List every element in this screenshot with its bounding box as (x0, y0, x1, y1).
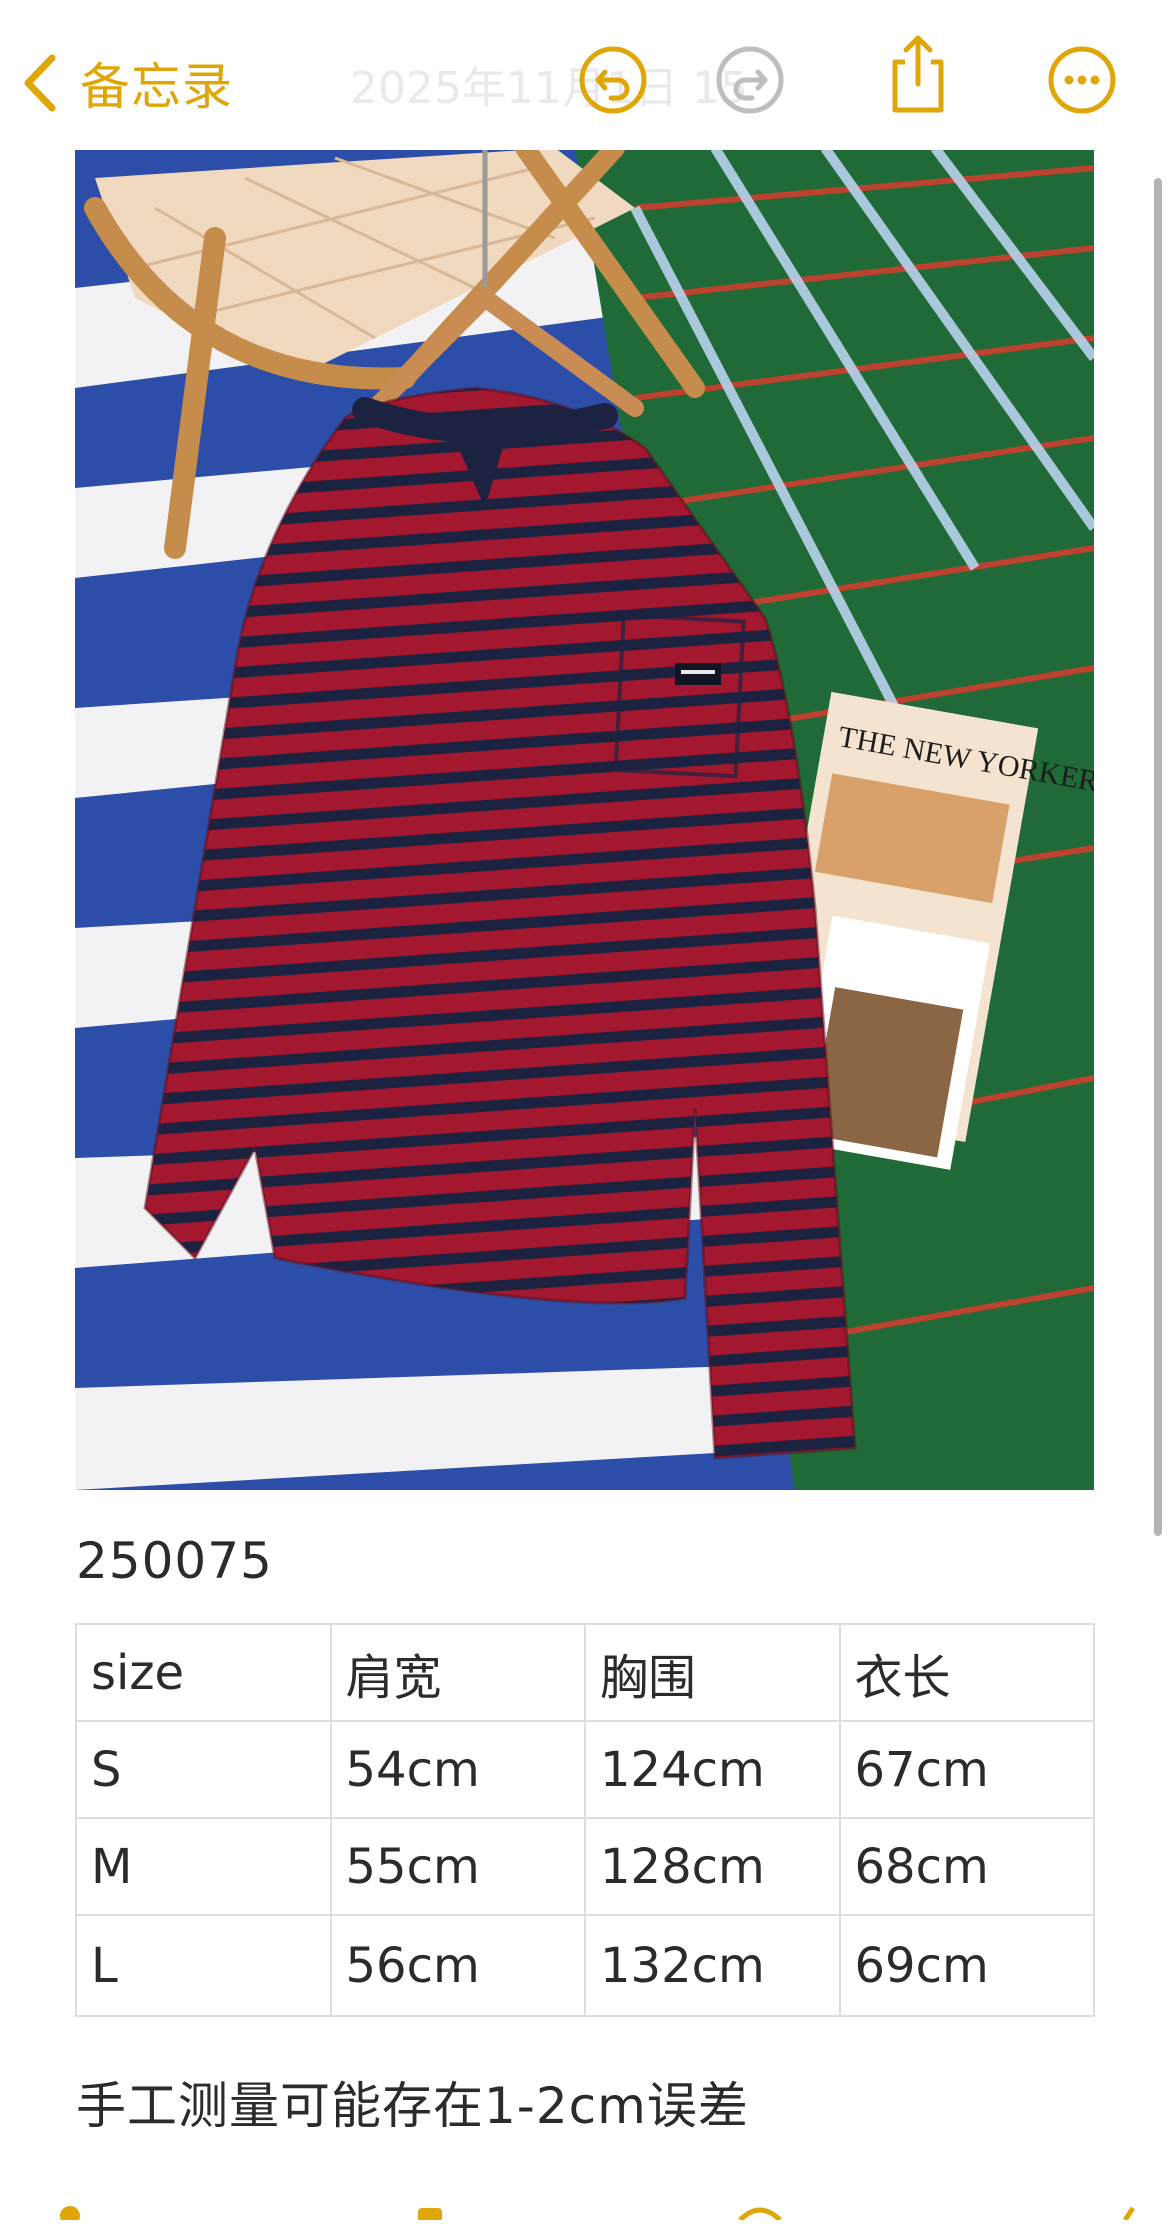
redo-icon (715, 45, 785, 119)
table-cell[interactable]: L (75, 1914, 332, 2017)
undo-button[interactable] (577, 46, 649, 118)
more-icon (1047, 45, 1117, 119)
table-cell[interactable]: 54cm (329, 1720, 586, 1819)
table-cell[interactable]: 69cm (838, 1914, 1095, 2017)
table-header-cell[interactable]: 衣长 (838, 1623, 1095, 1722)
more-button[interactable] (1046, 46, 1118, 118)
size-table: size 肩宽 胸围 衣长 S 54cm 124cm 67cm M 55cm 1… (75, 1623, 1095, 2017)
table-row: S 54cm 124cm 67cm (75, 1720, 1095, 1819)
table-header-cell[interactable]: 肩宽 (329, 1623, 586, 1722)
note-date: 2025年11月1日 15 (350, 63, 748, 114)
compose-icon[interactable] (1105, 2190, 1136, 2222)
product-photo[interactable]: THE NEW YORKER (75, 148, 1094, 1490)
table-cell[interactable]: 56cm (329, 1914, 586, 2017)
undo-icon (578, 45, 648, 119)
table-header-cell[interactable]: 胸围 (584, 1623, 841, 1722)
table-header-cell[interactable]: size (75, 1623, 332, 1722)
redo-button[interactable] (714, 46, 786, 118)
scroll-indicator[interactable] (1154, 178, 1162, 1536)
table-header-row: size 肩宽 胸围 衣长 (75, 1623, 1095, 1722)
markup-icon[interactable] (735, 2190, 785, 2222)
table-cell[interactable]: 124cm (584, 1720, 841, 1819)
chevron-left-icon (20, 52, 58, 114)
back-label: 备忘录 (80, 58, 233, 116)
table-cell[interactable]: S (75, 1720, 332, 1819)
share-icon (885, 32, 951, 120)
product-code: 250075 (76, 1532, 273, 1590)
navigation-bar: 备忘录 2025年11月1日 15 (0, 0, 1170, 150)
table-cell[interactable]: 55cm (329, 1817, 586, 1916)
table-row: L 56cm 132cm 69cm (75, 1914, 1095, 2017)
table-cell[interactable]: 128cm (584, 1817, 841, 1916)
measurement-note: 手工测量可能存在1-2cm误差 (76, 2077, 749, 2135)
back-button[interactable]: 备忘录 (20, 50, 233, 116)
table-cell[interactable]: 68cm (838, 1817, 1095, 1916)
share-button[interactable] (882, 35, 954, 113)
table-cell[interactable]: M (75, 1817, 332, 1916)
checklist-icon[interactable] (50, 2190, 90, 2224)
table-cell[interactable]: 67cm (838, 1720, 1095, 1819)
table-row: M 55cm 128cm 68cm (75, 1817, 1095, 1916)
table-cell[interactable]: 132cm (584, 1914, 841, 2017)
camera-icon[interactable] (410, 2190, 450, 2222)
